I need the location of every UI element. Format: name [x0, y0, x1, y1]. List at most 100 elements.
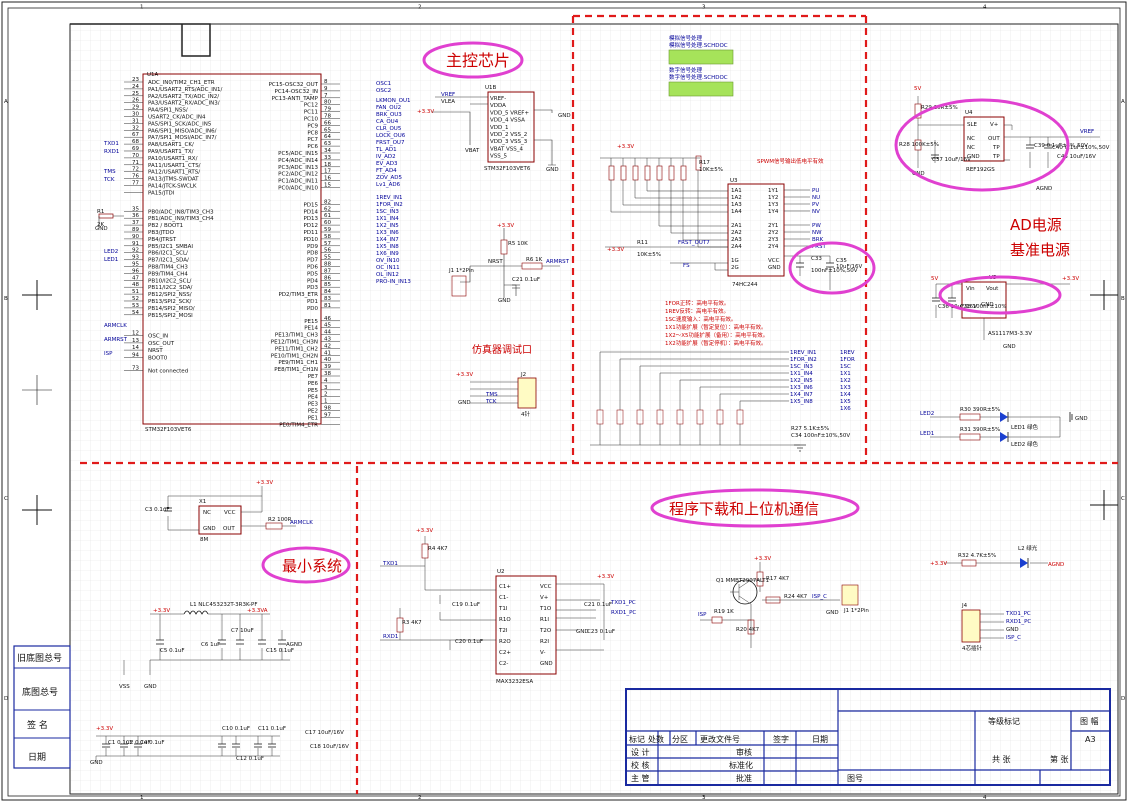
svg-text:GND: GND: [203, 526, 216, 532]
power-pin-name: VREF-: [490, 96, 506, 102]
output-net: 1REV: [840, 350, 855, 356]
mcu-pin-number: 78: [324, 114, 331, 120]
svg-text:C37 10uF/16V: C37 10uF/16V: [932, 157, 971, 163]
svg-text:2K: 2K: [97, 222, 104, 228]
mcu-pin-number: 73: [132, 366, 139, 372]
mcu-pin-name: PD2/TIM3_ETR: [278, 292, 318, 298]
mcu-pin-number: 45: [324, 323, 331, 329]
svg-text:数字信号处理: 数字信号处理: [669, 66, 703, 74]
svg-text:C10 0.1uF: C10 0.1uF: [222, 726, 250, 732]
svg-text:4芯插针: 4芯插针: [962, 644, 982, 652]
mcu-pin-name: PD5: [307, 271, 319, 277]
svg-text:AD电源: AD电源: [1010, 216, 1062, 234]
svg-text:OUT: OUT: [988, 136, 1000, 142]
mcu-pin-name: PB4/JTRST: [148, 237, 177, 243]
svg-text:第 张: 第 张: [1050, 754, 1069, 764]
mcu-pin-name: PC15-OSC32_OUT: [269, 82, 319, 88]
output-net: 1X2: [840, 378, 851, 384]
svg-text:C7 10uF: C7 10uF: [231, 628, 254, 634]
svg-text:R17: R17: [699, 160, 710, 166]
net-label: LKMON_OU1: [376, 98, 410, 104]
mcu-pin-name: OSC_OUT: [148, 341, 175, 347]
svg-text:2: 2: [418, 795, 422, 801]
rs232-pin-left: T1I: [498, 606, 508, 612]
svg-text:标记: 标记: [629, 734, 645, 744]
svg-text:LED1: LED1: [920, 431, 934, 437]
mcu-pin-number: 67: [132, 132, 139, 138]
svg-text:FRST_OUT7: FRST_OUT7: [678, 240, 710, 246]
svg-text:NRST: NRST: [488, 259, 503, 265]
svg-text:J2: J2: [520, 372, 526, 378]
mcu-pin-number: 38: [324, 371, 331, 377]
net-label: PRO-IN_IN13: [376, 279, 411, 285]
mcu-pin-name: PA6/SPI1_MISO/ADC_IN6/: [148, 128, 217, 134]
svg-text:主 管: 主 管: [631, 773, 650, 783]
mcu-pin-number: 7: [324, 93, 328, 99]
svg-text:4针: 4针: [521, 410, 530, 418]
buffer-pin-left: 1A4: [731, 209, 742, 215]
input-net: 1X5_IN8: [790, 399, 813, 405]
net-label: 1X4_IN7: [376, 237, 399, 243]
mcu-pin-number: 66: [324, 120, 331, 126]
svg-text:GND: GND: [1003, 344, 1016, 350]
mcu-pin-number: 16: [324, 176, 331, 182]
mcu-pin-number: 8: [324, 79, 328, 85]
net-label: ZOV_AD5: [376, 175, 403, 181]
svg-text:TP: TP: [992, 145, 1000, 151]
mcu-pin-number: 31: [132, 118, 139, 124]
mcu-pin-number: 39: [324, 364, 331, 370]
svg-text:GND: GND: [144, 684, 157, 690]
mcu-pin-name: Not connected: [148, 369, 188, 375]
mcu-pin-name: PA12/USART1_RTS/: [148, 170, 200, 176]
svg-text:更改文件号: 更改文件号: [700, 734, 740, 744]
mcu-pin-name: PA5/SPI1_SCK/ADC_IN5: [148, 121, 212, 127]
mcu-pin-name: PD12: [303, 223, 318, 229]
power-pin-name: VDD_2 VSS_2: [490, 132, 527, 138]
net-led1: LED1: [104, 257, 118, 263]
mcu-pin-name: PC11: [304, 110, 318, 116]
svg-text:LED2 绿色: LED2 绿色: [1011, 440, 1039, 448]
input-net: 1SC_IN3: [790, 364, 813, 370]
svg-text:1FOR正转：高电平有效。: 1FOR正转：高电平有效。: [665, 299, 729, 307]
svg-text:图号: 图号: [847, 774, 863, 783]
mcu-pin-number: 64: [324, 134, 331, 140]
mcu-pin-name: PE10/TIM1_CH2N: [271, 353, 318, 359]
mcu-pin-number: 58: [324, 234, 331, 240]
svg-text:C12 0.1uF: C12 0.1uF: [236, 756, 264, 762]
rs232-pin-right: R2I: [540, 639, 549, 645]
svg-text:TXD1_PC: TXD1_PC: [610, 600, 636, 606]
input-net: 1FOR_IN2: [790, 357, 817, 363]
svg-text:1SC速度输入：高电平有效。: 1SC速度输入：高电平有效。: [665, 315, 736, 323]
svg-text:+3.3V: +3.3V: [1062, 276, 1079, 282]
svg-text:分区: 分区: [672, 735, 688, 744]
mcu-pin-number: 81: [324, 303, 331, 309]
mcu-pin-name: PE13/TIM1_CH3: [275, 333, 319, 339]
svg-text:8M: 8M: [200, 537, 208, 543]
net-label: OSC2: [376, 88, 391, 94]
buffer-pin-left: 1A1: [731, 188, 742, 194]
buffer-output-net: PW: [812, 223, 821, 229]
svg-text:+3.3V: +3.3V: [497, 223, 514, 229]
svg-text:3: 3: [702, 5, 706, 11]
net-armclk: ARMCLK: [104, 323, 127, 329]
svg-text:C11 0.1uF: C11 0.1uF: [258, 726, 286, 732]
svg-text:5V: 5V: [931, 276, 938, 282]
mcu-pin-number: 77: [132, 181, 139, 187]
mcu-pin-name: PC6: [307, 144, 318, 150]
mcu-pin-number: 83: [324, 296, 331, 302]
svg-text:等级标记: 等级标记: [988, 716, 1020, 726]
mcu-pin-name: PE3: [308, 402, 319, 408]
rs232-pin-right: GND: [540, 661, 553, 667]
svg-text:A3: A3: [1085, 735, 1096, 744]
mcu-pin-name: PD1: [307, 299, 318, 305]
mcu-pin-name: PD9: [307, 244, 319, 250]
net-label: 1FOR_IN2: [376, 202, 403, 208]
mcu-pin-name: PB14/SPI2_MISO/: [148, 306, 195, 312]
svg-text:Vout: Vout: [986, 286, 999, 292]
svg-text:RXD1_PC: RXD1_PC: [1006, 619, 1031, 625]
mcu-pin-number: 71: [132, 160, 139, 166]
mcu-pin-name: PB0/ADC_IN8/TIM3_CH3: [148, 209, 214, 215]
mcu-pin-number: 41: [324, 350, 331, 356]
svg-text:5V: 5V: [914, 86, 921, 92]
net-label: FT_AD4: [376, 168, 397, 174]
